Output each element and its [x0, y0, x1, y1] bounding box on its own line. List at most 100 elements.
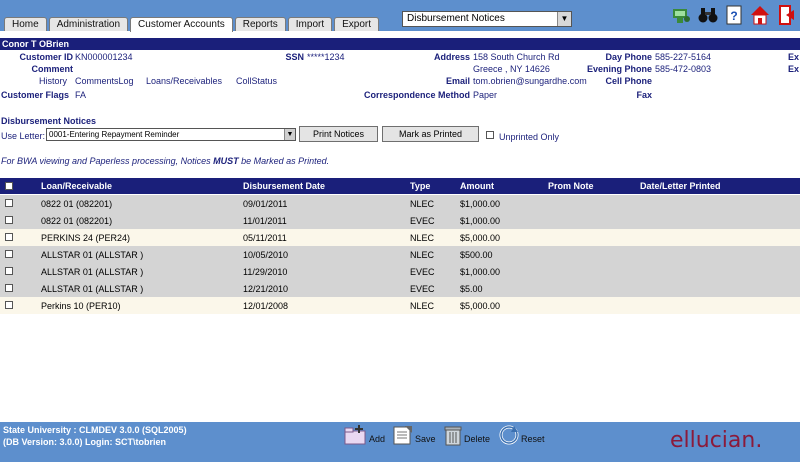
address-line1: 158 South Church Rd	[473, 52, 560, 62]
trash-icon	[444, 426, 462, 446]
amount-cell: $500.00	[460, 250, 493, 260]
note-text-start: For BWA viewing and Paperless processing…	[1, 156, 214, 166]
tab-import[interactable]: Import	[287, 17, 333, 31]
comments-log-link[interactable]: CommentsLog	[75, 76, 134, 86]
ext-label-2: Ex	[788, 64, 800, 74]
row-checkbox[interactable]	[5, 250, 13, 258]
save-label: Save	[415, 434, 436, 444]
tab-administration[interactable]: Administration	[48, 17, 129, 31]
history-link[interactable]: History	[39, 76, 67, 86]
help-icon[interactable]: ?	[724, 4, 744, 26]
page-select[interactable]: Disbursement Notices ▼	[402, 11, 572, 27]
fax-label: Fax	[636, 90, 652, 100]
loans-receivables-link[interactable]: Loans/Receivables	[146, 76, 222, 86]
ext-label-1: Ex	[788, 52, 800, 62]
customer-id-label: Customer ID	[19, 52, 73, 62]
tab-home[interactable]: Home	[4, 17, 47, 31]
loan-cell: ALLSTAR 01 (ALLSTAR )	[41, 250, 144, 260]
chevron-down-icon: ▼	[557, 12, 571, 26]
type-cell: NLEC	[410, 233, 435, 243]
date-cell: 12/01/2008	[243, 301, 289, 311]
delete-button[interactable]: Delete	[443, 424, 490, 446]
day-phone-value: 585-227-5164	[655, 52, 712, 62]
amount-cell: $1,000.00	[460, 216, 501, 226]
people-icon[interactable]	[672, 4, 692, 26]
row-checkbox[interactable]	[5, 267, 13, 275]
coll-status-link[interactable]: CollStatus	[236, 76, 277, 86]
customer-flags-label: Customer Flags	[1, 90, 70, 100]
home-icon[interactable]	[750, 4, 770, 26]
section-title: Disbursement Notices	[1, 116, 97, 126]
comment-label: Comment	[31, 64, 73, 74]
type-cell: NLEC	[410, 199, 435, 209]
table-header: Loan/Receivable Disbursement Date Type A…	[0, 178, 800, 194]
table-row: 0822 01 (082201) 09/01/2011 NLEC $1,000.…	[0, 195, 800, 212]
row-shade	[520, 212, 800, 229]
exit-icon[interactable]	[776, 4, 796, 26]
letter-select[interactable]: 0001-Entering Repayment Reminder ▼	[46, 128, 296, 141]
address-label: Address	[433, 52, 470, 62]
customer-name-bar: Conor T OBrien	[0, 38, 800, 50]
login-line: (DB Version: 3.0.0) Login: SCT\tobrien	[3, 437, 167, 447]
row-shade	[520, 229, 800, 246]
ssn-value: *****1234	[307, 52, 345, 62]
add-folder-icon	[344, 425, 366, 445]
amount-cell: $1,000.00	[460, 199, 501, 209]
loan-cell: 0822 01 (082201)	[41, 199, 113, 209]
print-notices-button[interactable]: Print Notices	[299, 126, 378, 142]
correspondence-method-label: Correspondence Method	[363, 90, 470, 100]
page-select-value: Disbursement Notices	[407, 13, 505, 24]
evening-phone-value: 585-472-0803	[655, 64, 712, 74]
date-cell: 10/05/2010	[243, 250, 289, 260]
type-cell: EVEC	[410, 216, 435, 226]
date-cell: 11/29/2010	[243, 267, 288, 277]
table-row: Perkins 10 (PER10) 12/01/2008 NLEC $5,00…	[0, 297, 800, 314]
tab-customer-accounts[interactable]: Customer Accounts	[130, 17, 233, 32]
note-emphasis: MUST	[213, 156, 239, 166]
add-button[interactable]: Add	[344, 424, 385, 446]
row-checkbox[interactable]	[5, 199, 13, 207]
date-cell: 05/11/2011	[243, 233, 287, 243]
unprinted-only-checkbox[interactable]	[486, 131, 494, 139]
amount-cell: $1,000.00	[460, 267, 501, 277]
row-shade	[520, 280, 800, 297]
row-shade	[520, 297, 800, 314]
col-prom-note: Prom Note	[548, 181, 594, 191]
table-row: ALLSTAR 01 (ALLSTAR ) 11/29/2010 EVEC $1…	[0, 263, 800, 280]
table-row: 0822 01 (082201) 11/01/2011 EVEC $1,000.…	[0, 212, 800, 229]
customer-name: Conor T OBrien	[2, 39, 69, 49]
reset-button[interactable]: Reset	[498, 424, 545, 446]
ellucian-logo: ellucian.	[670, 428, 763, 453]
row-shade	[520, 195, 800, 212]
loan-cell: Perkins 10 (PER10)	[41, 301, 121, 311]
tab-reports[interactable]: Reports	[234, 17, 286, 31]
col-loan-receivable: Loan/Receivable	[41, 181, 113, 191]
use-letter-label: Use Letter:	[1, 131, 46, 141]
type-cell: EVEC	[410, 267, 435, 277]
amount-cell: $5.00	[460, 284, 483, 294]
row-shade	[520, 246, 800, 263]
binoculars-icon[interactable]	[698, 4, 718, 26]
table-row: ALLSTAR 01 (ALLSTAR ) 10/05/2010 NLEC $5…	[0, 246, 800, 263]
row-checkbox[interactable]	[5, 301, 13, 309]
toolbar-icons: ?	[672, 4, 796, 26]
date-cell: 09/01/2011	[243, 199, 288, 209]
mark-as-printed-button[interactable]: Mark as Printed	[382, 126, 479, 142]
reset-icon	[499, 425, 519, 445]
type-cell: NLEC	[410, 250, 435, 260]
col-disbursement-date: Disbursement Date	[243, 181, 326, 191]
row-checkbox[interactable]	[5, 284, 13, 292]
customer-id-value: KN000001234	[75, 52, 133, 62]
tab-export[interactable]: Export	[334, 17, 380, 31]
select-all-checkbox[interactable]	[5, 182, 13, 190]
row-checkbox[interactable]	[5, 233, 13, 241]
reset-label: Reset	[521, 434, 545, 444]
col-date-letter-printed: Date/Letter Printed	[640, 181, 721, 191]
correspondence-method-value: Paper	[473, 90, 498, 100]
address-line2: Greece , NY 14626	[473, 64, 550, 74]
col-amount: Amount	[460, 181, 494, 191]
save-button[interactable]: Save	[392, 424, 436, 446]
footer-bar: State University : CLMDEV 3.0.0 (SQL2005…	[0, 422, 800, 462]
unprinted-only-label: Unprinted Only	[499, 132, 560, 142]
row-checkbox[interactable]	[5, 216, 13, 224]
